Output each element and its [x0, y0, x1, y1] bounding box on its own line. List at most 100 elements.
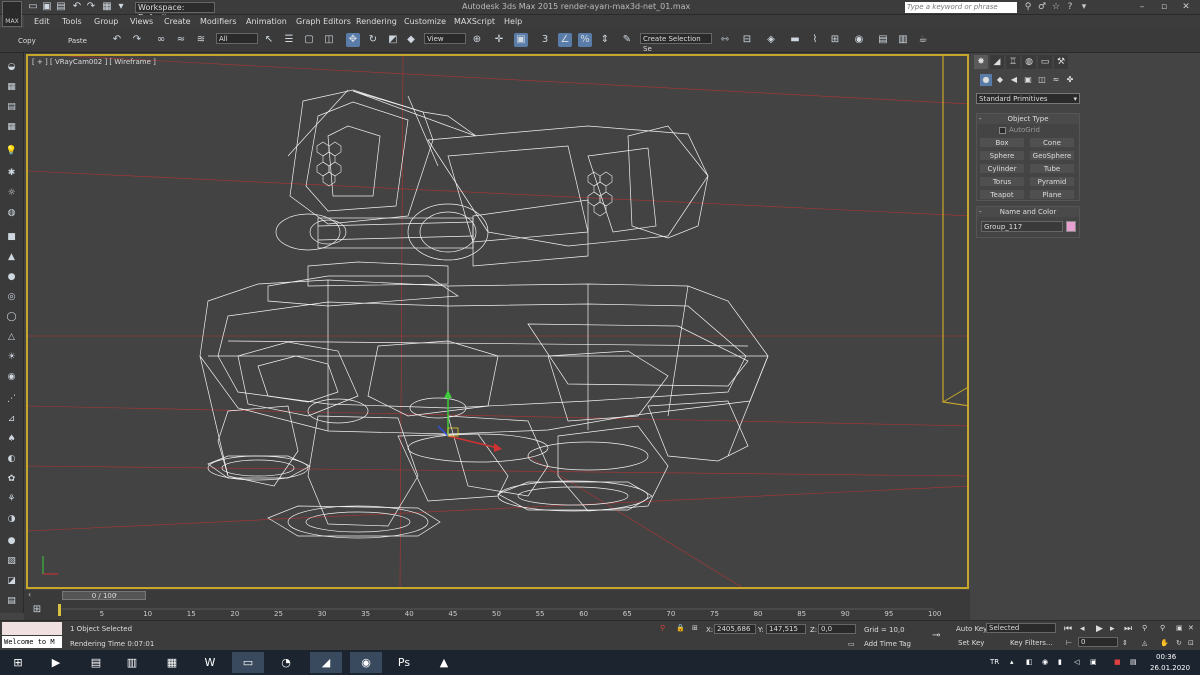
cameras-icon[interactable]: ▣	[1022, 74, 1034, 86]
minimize-icon[interactable]: –	[1136, 1, 1148, 13]
menu-views[interactable]: Views	[130, 17, 153, 26]
auto-key-button[interactable]: Auto Key	[956, 625, 987, 633]
zoom-all-icon[interactable]: ⚲	[1160, 624, 1165, 632]
menu-maxscript[interactable]: MAXScript	[454, 17, 495, 26]
project-folder-icon[interactable]: ▦	[100, 0, 114, 14]
undo-icon[interactable]: ↶	[70, 0, 84, 14]
trackbar[interactable]: ⊞ 5 10 15 20 25 30 35 40 45 50 55 60 65 70 75 80 85 90 95 1…	[24, 601, 970, 620]
zoom-icon[interactable]: ⚲	[1142, 624, 1147, 632]
cone-button[interactable]: Cone	[1029, 137, 1075, 148]
torus-button[interactable]: Torus	[979, 176, 1025, 187]
sunlight-icon[interactable]: ☼	[4, 187, 19, 200]
link-icon[interactable]: ∞	[154, 33, 168, 47]
place-icon[interactable]: ◆	[404, 33, 418, 47]
redo-icon[interactable]: ↷	[84, 0, 98, 14]
menu-edit[interactable]: Edit	[34, 17, 50, 26]
autocad-icon[interactable]: ▲	[428, 652, 460, 673]
z-coordinate-field[interactable]: 0,0	[818, 624, 856, 634]
menu-animation[interactable]: Animation	[246, 17, 287, 26]
object-name-input[interactable]: Group_117	[981, 221, 1063, 232]
cone-icon[interactable]: ▲	[4, 251, 19, 264]
box-button[interactable]: Box	[979, 137, 1025, 148]
render-icon[interactable]: ◪	[4, 575, 19, 588]
window-crossing-icon[interactable]: ◫	[322, 33, 336, 47]
menu-modifiers[interactable]: Modifiers	[200, 17, 237, 26]
menu-graph-editors[interactable]: Graph Editors	[296, 17, 351, 26]
binoculars-icon[interactable]: ⚲	[1022, 1, 1034, 13]
object-type-header[interactable]: - Object Type	[977, 114, 1079, 124]
named-selection-set-dropdown[interactable]: Create Selection Se	[640, 33, 712, 53]
render-production-icon[interactable]: ☕	[916, 33, 930, 47]
isolate-icon[interactable]: ⚲	[660, 624, 665, 632]
pan-icon[interactable]: ✋	[1160, 639, 1169, 647]
menu-group[interactable]: Group	[94, 17, 118, 26]
current-frame-field[interactable]: 0	[1078, 637, 1118, 647]
quick-access-dropdown-icon[interactable]: ▾	[114, 0, 128, 14]
graphite-ribbon-icon[interactable]: ▬	[788, 33, 802, 47]
maximize-viewport-icon[interactable]: ✕	[1188, 624, 1194, 632]
chrome-icon[interactable]: ◉	[350, 652, 382, 673]
name-and-color-header[interactable]: - Name and Color	[977, 207, 1079, 217]
select-by-name-icon[interactable]: ☰	[282, 33, 296, 47]
sun-icon[interactable]: ☀	[4, 351, 19, 364]
workspace-dropdown[interactable]: Workspace: Default	[135, 2, 215, 22]
clock-date[interactable]: 26.01.2020	[1150, 664, 1190, 672]
paint-icon[interactable]: ♠	[4, 433, 19, 446]
slider-prev-icon[interactable]: ‹	[28, 590, 31, 599]
particle-icon[interactable]: ✱	[4, 167, 19, 180]
maxscript-listener[interactable]	[2, 622, 62, 635]
go-to-start-icon[interactable]: ⏮	[1064, 624, 1072, 634]
geosphere-icon[interactable]: ◎	[4, 291, 19, 304]
sphere-icon[interactable]: ●	[4, 271, 19, 284]
help-icon[interactable]: ?	[1064, 1, 1076, 13]
file-explorer-icon[interactable]: ▭	[232, 652, 264, 673]
paste-button[interactable]: Paste	[68, 37, 87, 45]
shapes-icon[interactable]: ◆	[994, 74, 1006, 86]
start-button-icon[interactable]: ⊞	[0, 652, 36, 673]
tray-app4-icon[interactable]: ■	[1114, 658, 1121, 666]
light-icon[interactable]: 💡	[4, 145, 19, 158]
material-icon[interactable]: ◑	[4, 513, 19, 526]
lock-selection-icon[interactable]: 🔒	[676, 624, 685, 632]
render-setup-icon[interactable]: ▤	[876, 33, 890, 47]
pivot-center-icon[interactable]: ⊕	[470, 33, 484, 47]
3dsmax-taskbar-icon[interactable]: ◢	[310, 652, 342, 673]
select-and-move-icon[interactable]: ✥	[346, 33, 360, 47]
globe-icon[interactable]: ◐	[4, 453, 19, 466]
menu-tools[interactable]: Tools	[62, 17, 82, 26]
object-color-swatch[interactable]	[1066, 221, 1076, 232]
container-icon[interactable]: ◒	[4, 61, 19, 74]
select-and-rotate-icon[interactable]: ↻	[366, 33, 380, 47]
transform-gizmo-icon[interactable]	[437, 390, 502, 452]
maximize-icon[interactable]: ▫	[1158, 1, 1170, 13]
key-mode-icon[interactable]: ⊸	[932, 630, 940, 641]
plane-button[interactable]: Plane	[1029, 189, 1075, 200]
hierarchy-tab-icon[interactable]: ♖	[1006, 55, 1020, 69]
space-warps-icon[interactable]: ≈	[1050, 74, 1062, 86]
open-file-icon[interactable]: ▣	[40, 0, 54, 14]
rectangular-selection-icon[interactable]: ▢	[302, 33, 316, 47]
language-indicator[interactable]: TR	[990, 658, 999, 666]
align-icon[interactable]: ⊟	[740, 33, 754, 47]
network-icon[interactable]: ▮	[1058, 658, 1062, 666]
go-to-end-icon[interactable]: ⏭	[1124, 624, 1132, 634]
viewport-label[interactable]: [ + ] [ VRayCam002 ] [ Wireframe ]	[32, 58, 156, 66]
bind-space-warp-icon[interactable]: ≋	[194, 33, 208, 47]
tray-app-icon[interactable]: ◧	[1026, 658, 1033, 666]
shapes-icon[interactable]: ⋰	[4, 393, 19, 406]
play-icon[interactable]: ▶	[1096, 624, 1103, 634]
walkthrough-icon[interactable]: ⚘	[4, 493, 19, 506]
menu-help[interactable]: Help	[504, 17, 522, 26]
box-icon[interactable]: ■	[4, 231, 19, 244]
display-tab-icon[interactable]: ▭	[1038, 55, 1052, 69]
layer-explorer-icon[interactable]: ▦	[4, 121, 19, 134]
photoshop-icon[interactable]: Ps	[388, 652, 420, 673]
tube-icon[interactable]: ◯	[4, 311, 19, 324]
unlink-icon[interactable]: ≈	[174, 33, 188, 47]
systems-icon[interactable]: ✤	[1064, 74, 1076, 86]
key-mode-toggle-icon[interactable]: ⊢	[1066, 639, 1072, 647]
time-config-icon[interactable]: ⇕	[1122, 639, 1128, 647]
geometry-icon[interactable]: ●	[980, 74, 992, 86]
close-icon[interactable]: ✕	[1180, 1, 1192, 13]
sphere-button[interactable]: Sphere	[979, 150, 1025, 161]
